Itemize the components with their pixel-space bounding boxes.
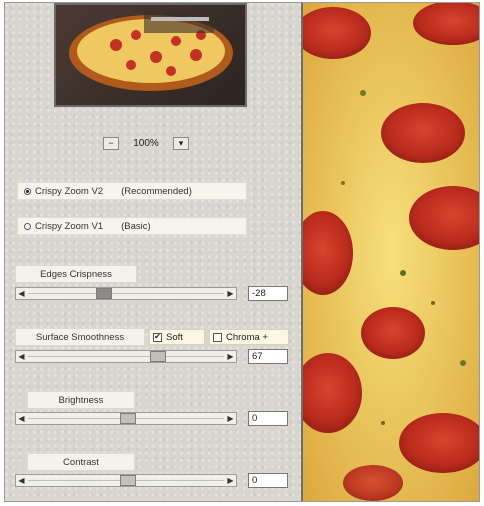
plugin-window: − 100% ▾ Crispy Zoom V2 (Recommended) Cr… <box>4 2 480 502</box>
left-arrow-icon[interactable]: ◀ <box>16 475 27 486</box>
radio-v1-label: Crispy Zoom V1 <box>35 220 104 232</box>
surface-smoothness-value[interactable]: 67 <box>248 349 288 364</box>
right-arrow-icon[interactable]: ▶ <box>225 475 236 486</box>
zoomed-preview[interactable] <box>303 3 479 501</box>
zoom-value: 100% <box>133 138 159 149</box>
soft-checkbox[interactable]: ✔ Soft <box>149 329 205 345</box>
radio-crispy-zoom-v1[interactable]: Crispy Zoom V1 (Basic) <box>17 217 247 235</box>
radio-crispy-zoom-v2[interactable]: Crispy Zoom V2 (Recommended) <box>17 182 247 200</box>
chroma-label: Chroma + <box>226 331 268 343</box>
left-arrow-icon[interactable]: ◀ <box>16 351 27 362</box>
radio-v1-icon <box>24 222 31 230</box>
edges-crispness-slider[interactable]: ◀ ▶ <box>15 287 237 300</box>
surface-smoothness-slider[interactable]: ◀ ▶ <box>15 350 237 363</box>
chroma-checkbox[interactable]: Chroma + <box>209 329 289 345</box>
thumbnail-preview[interactable] <box>54 3 247 107</box>
right-arrow-icon[interactable]: ▶ <box>225 288 236 299</box>
surface-slider-thumb[interactable] <box>150 351 166 362</box>
contrast-label: Contrast <box>27 453 135 471</box>
chroma-check-icon <box>213 332 222 342</box>
zoom-out-icon: − <box>108 138 114 148</box>
zoom-in-icon: ▾ <box>178 138 184 148</box>
contrast-value[interactable]: 0 <box>248 473 288 488</box>
soft-label: Soft <box>166 331 183 343</box>
edges-slider-thumb[interactable] <box>96 288 112 299</box>
radio-v2-desc: (Recommended) <box>121 185 192 197</box>
zoom-control: − 100% ▾ <box>103 137 189 150</box>
brightness-value[interactable]: 0 <box>248 411 288 426</box>
edges-crispness-value[interactable]: -28 <box>248 286 288 301</box>
brightness-slider-thumb[interactable] <box>120 413 136 424</box>
radio-v1-desc: (Basic) <box>121 220 151 232</box>
edges-crispness-label: Edges Crispness <box>15 265 137 283</box>
soft-check-icon: ✔ <box>153 332 162 342</box>
left-arrow-icon[interactable]: ◀ <box>16 288 27 299</box>
contrast-slider-thumb[interactable] <box>120 475 136 486</box>
radio-v2-label: Crispy Zoom V2 <box>35 185 104 197</box>
contrast-slider[interactable]: ◀ ▶ <box>15 474 237 487</box>
zoom-out-button[interactable]: − <box>103 137 119 150</box>
right-arrow-icon[interactable]: ▶ <box>225 413 236 424</box>
left-arrow-icon[interactable]: ◀ <box>16 413 27 424</box>
surface-smoothness-label: Surface Smoothness <box>15 328 145 346</box>
zoom-dropdown-button[interactable]: ▾ <box>173 137 189 150</box>
right-arrow-icon[interactable]: ▶ <box>225 351 236 362</box>
brightness-label: Brightness <box>27 391 135 409</box>
radio-v2-icon <box>24 187 31 195</box>
brightness-slider[interactable]: ◀ ▶ <box>15 412 237 425</box>
pizza-closeup-image <box>303 3 479 501</box>
pizza-thumbnail-image <box>69 11 233 91</box>
controls-panel: − 100% ▾ Crispy Zoom V2 (Recommended) Cr… <box>5 3 301 501</box>
